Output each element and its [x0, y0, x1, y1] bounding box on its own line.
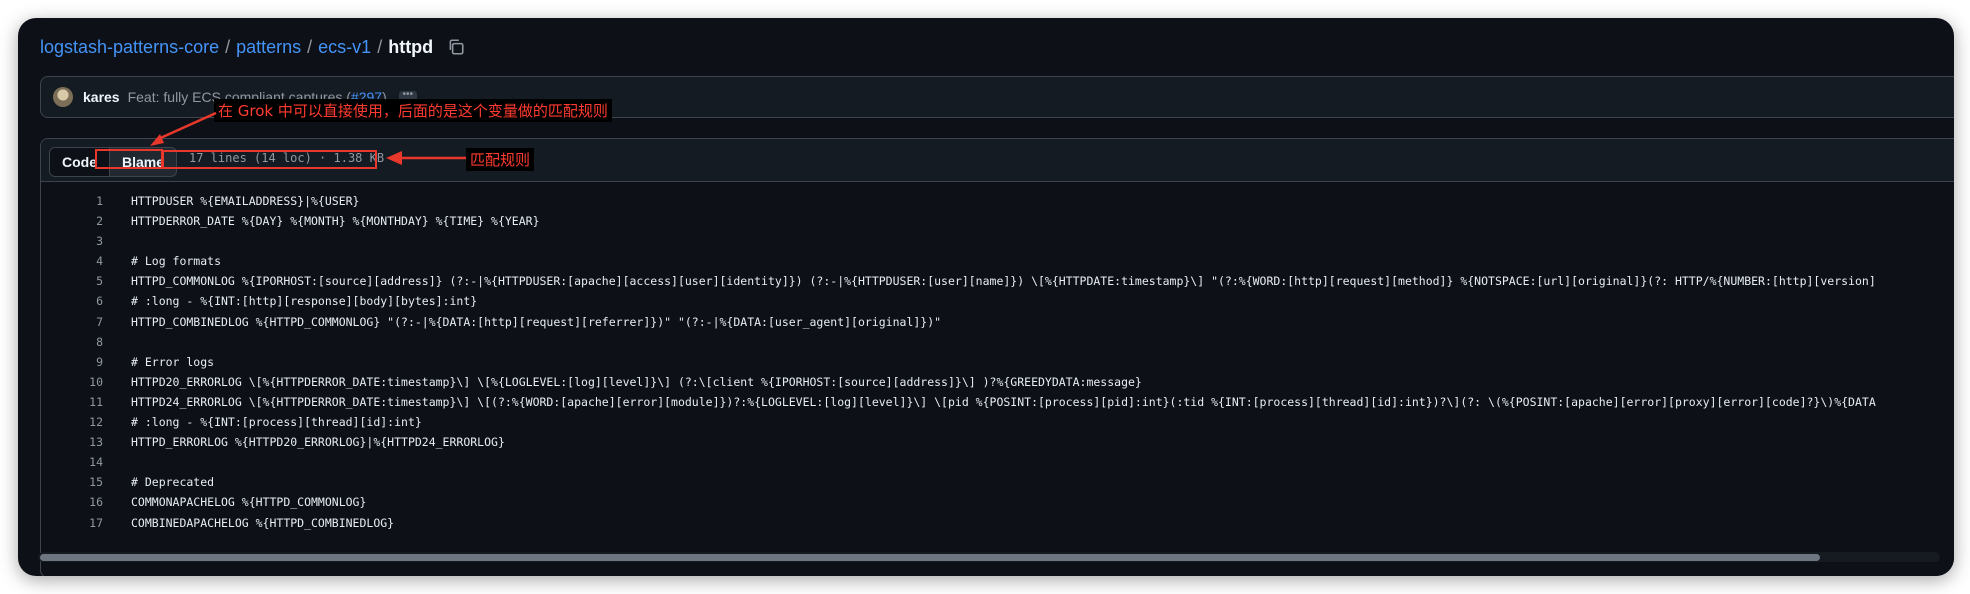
line-text: # Deprecated	[131, 475, 215, 490]
horizontal-scrollbar-thumb[interactable]	[40, 554, 1820, 561]
code-lines: 1 HTTPDUSER %{EMAILADDRESS}|%{USER} 2 HTTPD…	[41, 191, 1954, 533]
line-text: HTTPD_COMBINEDLOG %{HTTPD_COMMONLOG} "(?…	[131, 314, 942, 329]
code-line: 10 HTTPD20_ERRORLOG \[%{HTTPDERROR_DATE:t…	[41, 372, 1954, 392]
code-line: 11 HTTPD24_ERRORLOG \[%{HTTPDERROR_DATE:t…	[41, 392, 1954, 412]
code-line: 7 HTTPD_COMBINEDLOG %{HTTPD_COMMONLOG} "(…	[41, 312, 1954, 332]
line-number[interactable]: 3	[41, 231, 131, 251]
line-text: HTTPDUSER %{EMAILADDRESS}|%{USER}	[131, 194, 360, 208]
breadcrumb-separator: /	[307, 36, 313, 57]
line-text: HTTPD_ERRORLOG %{HTTPD20_ERRORLOG}|%{HTT…	[131, 435, 505, 450]
line-text: # :long - %{INT:[http][response][body][b…	[131, 294, 478, 309]
breadcrumb-separator: /	[377, 36, 383, 57]
avatar[interactable]	[53, 87, 73, 107]
line-text: # Error logs	[131, 354, 215, 369]
line-text: HTTPD20_ERRORLOG \[%{HTTPDERROR_DATE:tim…	[131, 374, 1142, 389]
line-number[interactable]: 17	[41, 513, 131, 533]
code-line: 14	[41, 452, 1954, 472]
breadcrumb-separator: /	[225, 36, 231, 57]
line-text: COMMONAPACHELOG %{HTTPD_COMMONLOG}	[131, 495, 367, 510]
line-number[interactable]: 9	[41, 352, 131, 372]
line-text: HTTPD_COMMONLOG %{IPORHOST:[source][addr…	[131, 274, 1876, 289]
code-line: 6 # :long - %{INT:[http][response][body][…	[41, 291, 1954, 311]
line-number[interactable]: 5	[41, 271, 131, 291]
highlight-box-match-rule	[162, 150, 377, 169]
line-number[interactable]: 16	[41, 492, 131, 512]
code-line: 17 COMBINEDAPACHELOG %{HTTPD_COMBINEDLOG}	[41, 513, 1954, 533]
annotation-top-note: 在 Grok 中可以直接使用，后面的是这个变量做的匹配规则	[214, 99, 612, 122]
code-viewer: Code Blame 17 lines (14 loc) · 1.38 KB 1…	[40, 138, 1954, 576]
code-line: 2 HTTPDERROR_DATE %{DAY} %{MONTH} %{MONTH…	[41, 211, 1954, 231]
code-line: 15 # Deprecated	[41, 472, 1954, 492]
line-number[interactable]: 11	[41, 392, 131, 412]
line-number[interactable]: 1	[41, 191, 131, 211]
line-number[interactable]: 8	[41, 332, 131, 352]
line-number[interactable]: 14	[41, 452, 131, 472]
line-number[interactable]: 7	[41, 312, 131, 332]
annotation-right-note: 匹配规则	[466, 148, 535, 171]
breadcrumb-current-file: httpd	[388, 36, 434, 57]
line-number[interactable]: 4	[41, 251, 131, 271]
code-line: 4 # Log formats	[41, 251, 1954, 271]
code-line: 1 HTTPDUSER %{EMAILADDRESS}|%{USER}	[41, 191, 1954, 211]
code-line: 13 HTTPD_ERRORLOG %{HTTPD20_ERRORLOG}|%{H…	[41, 432, 1954, 452]
line-number[interactable]: 10	[41, 372, 131, 392]
line-number[interactable]: 12	[41, 412, 131, 432]
highlight-box-variable-name	[95, 149, 163, 169]
code-line: 16 COMMONAPACHELOG %{HTTPD_COMMONLOG}	[41, 492, 1954, 512]
line-number[interactable]: 6	[41, 291, 131, 311]
code-line: 8	[41, 332, 1954, 352]
breadcrumb-patterns-link[interactable]: patterns	[236, 37, 301, 58]
code-line: 3	[41, 231, 1954, 251]
line-number[interactable]: 2	[41, 211, 131, 231]
line-number[interactable]: 15	[41, 472, 131, 492]
breadcrumb-ecs-v1-link[interactable]: ecs-v1	[318, 37, 371, 58]
code-line: 9 # Error logs	[41, 352, 1954, 372]
breadcrumb: logstash-patterns-core / patterns / ecs-…	[40, 32, 465, 62]
line-text: HTTPDERROR_DATE %{DAY} %{MONTH} %{MONTHD…	[131, 214, 540, 229]
line-text: COMBINEDAPACHELOG %{HTTPD_COMBINEDLOG}	[131, 515, 395, 530]
code-line: 5 HTTPD_COMMONLOG %{IPORHOST:[source][add…	[41, 271, 1954, 291]
line-text: HTTPD24_ERRORLOG \[%{HTTPDERROR_DATE:tim…	[131, 394, 1876, 409]
breadcrumb-repo-link[interactable]: logstash-patterns-core	[40, 37, 219, 58]
line-text: # Log formats	[131, 254, 222, 269]
copy-path-icon[interactable]	[447, 38, 465, 56]
code-line: 12 # :long - %{INT:[process][thread][id]:…	[41, 412, 1954, 432]
line-text: # :long - %{INT:[process][thread][id]:in…	[131, 415, 422, 430]
commit-author[interactable]: kares	[83, 89, 120, 105]
line-number[interactable]: 13	[41, 432, 131, 452]
